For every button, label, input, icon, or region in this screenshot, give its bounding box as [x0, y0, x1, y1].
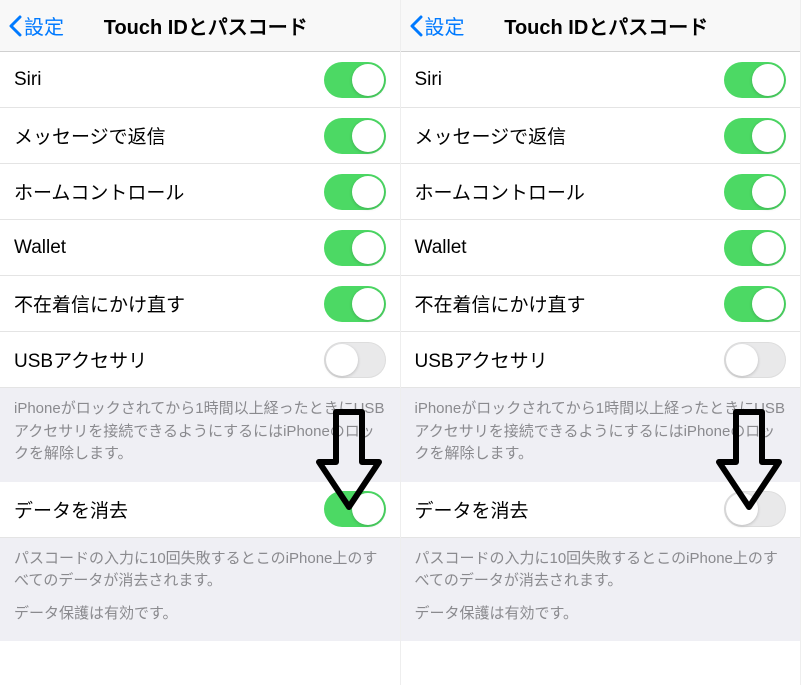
footer-erase: パスコードの入力に10回失敗するとこのiPhone上のすべてのデータが消去されま…: [0, 538, 400, 642]
footer-erase-text1: パスコードの入力に10回失敗するとこのiPhone上のすべてのデータが消去されま…: [14, 548, 386, 593]
label-return-missed: 不在着信にかけ直す: [415, 290, 586, 317]
label-usb-accessory: USBアクセサリ: [415, 346, 548, 373]
toggle-home-control[interactable]: [724, 174, 786, 210]
row-usb-accessory: USBアクセサリ: [0, 332, 400, 388]
label-siri: Siri: [415, 69, 442, 91]
footer-usb-text: iPhoneがロックされてから1時間以上経ったときにUSBアクセサリを接続できる…: [415, 398, 787, 466]
toggle-return-missed[interactable]: [324, 286, 386, 322]
row-home-control: ホームコントロール: [0, 164, 400, 220]
toggle-home-control[interactable]: [324, 174, 386, 210]
toggle-wallet[interactable]: [724, 230, 786, 266]
footer-erase: パスコードの入力に10回失敗するとこのiPhone上のすべてのデータが消去されま…: [401, 538, 801, 642]
row-erase-data: データを消去: [401, 482, 801, 538]
toggle-siri[interactable]: [324, 62, 386, 98]
toggle-usb-accessory[interactable]: [324, 342, 386, 378]
footer-erase-text1: パスコードの入力に10回失敗するとこのiPhone上のすべてのデータが消去されま…: [415, 548, 787, 593]
label-erase-data: データを消去: [14, 496, 128, 523]
page-title: Touch IDとパスコード: [20, 11, 392, 40]
label-reply-message: メッセージで返信: [14, 122, 166, 149]
footer-erase-text2: データ保護は有効です。: [415, 603, 787, 626]
toggle-erase-data[interactable]: [724, 491, 786, 527]
label-home-control: ホームコントロール: [14, 178, 184, 205]
row-wallet: Wallet: [0, 220, 400, 276]
settings-panel-right: 設定 Touch IDとパスコード Siri メッセージで返信 ホームコントロー…: [401, 0, 801, 685]
row-return-missed: 不在着信にかけ直す: [0, 276, 400, 332]
nav-header: 設定 Touch IDとパスコード: [401, 0, 801, 52]
footer-usb-text: iPhoneがロックされてから1時間以上経ったときにUSBアクセサリを接続できる…: [14, 398, 386, 466]
toggle-erase-data[interactable]: [324, 491, 386, 527]
footer-usb: iPhoneがロックされてから1時間以上経ったときにUSBアクセサリを接続できる…: [401, 388, 801, 482]
label-erase-data: データを消去: [415, 496, 529, 523]
label-siri: Siri: [14, 69, 41, 91]
settings-panel-left: 設定 Touch IDとパスコード Siri メッセージで返信 ホームコントロー…: [0, 0, 401, 685]
row-siri: Siri: [401, 52, 801, 108]
label-wallet: Wallet: [14, 237, 66, 259]
row-return-missed: 不在着信にかけ直す: [401, 276, 801, 332]
toggle-siri[interactable]: [724, 62, 786, 98]
toggle-wallet[interactable]: [324, 230, 386, 266]
row-siri: Siri: [0, 52, 400, 108]
label-usb-accessory: USBアクセサリ: [14, 346, 147, 373]
row-reply-message: メッセージで返信: [401, 108, 801, 164]
toggle-reply-message[interactable]: [724, 118, 786, 154]
nav-header: 設定 Touch IDとパスコード: [0, 0, 400, 52]
label-reply-message: メッセージで返信: [415, 122, 567, 149]
footer-usb: iPhoneがロックされてから1時間以上経ったときにUSBアクセサリを接続できる…: [0, 388, 400, 482]
row-home-control: ホームコントロール: [401, 164, 801, 220]
page-title: Touch IDとパスコード: [421, 11, 793, 40]
footer-erase-text2: データ保護は有効です。: [14, 603, 386, 626]
toggle-reply-message[interactable]: [324, 118, 386, 154]
row-erase-data: データを消去: [0, 482, 400, 538]
label-return-missed: 不在着信にかけ直す: [14, 290, 185, 317]
label-wallet: Wallet: [415, 237, 467, 259]
row-wallet: Wallet: [401, 220, 801, 276]
toggle-usb-accessory[interactable]: [724, 342, 786, 378]
label-home-control: ホームコントロール: [415, 178, 585, 205]
toggle-return-missed[interactable]: [724, 286, 786, 322]
row-usb-accessory: USBアクセサリ: [401, 332, 801, 388]
row-reply-message: メッセージで返信: [0, 108, 400, 164]
